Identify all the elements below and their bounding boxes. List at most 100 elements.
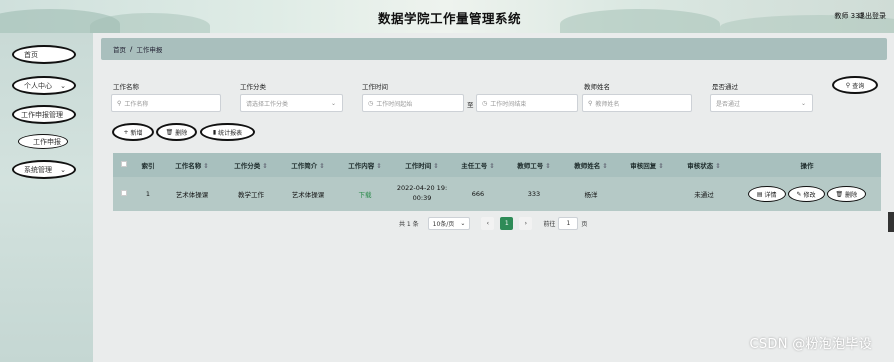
search-icon: ⚲ [845, 81, 851, 89]
trash-icon: 🗑 [165, 128, 174, 136]
work-category-placeholder: 请选择工作分类 [246, 100, 289, 108]
sort-icon: ⇕ [715, 162, 721, 170]
detail-button[interactable]: ▤ 详情 [747, 186, 786, 202]
search-button[interactable]: ⚲ 查询 [832, 76, 878, 94]
delete-button-label: 删除 [175, 129, 188, 137]
cell-work-time-line2: 00:39 [412, 194, 432, 202]
column-header-work-intro[interactable]: 工作简介 ⇕ [279, 160, 337, 170]
app-title: 数据学院工作量管理系统 [378, 11, 522, 26]
logout-link[interactable]: 退出登录 [858, 11, 886, 21]
next-page-button[interactable]: › [519, 217, 533, 230]
sidebar-item-system-mgmt[interactable]: 系统管理 ⌄ [12, 160, 76, 179]
work-category-select[interactable]: 请选择工作分类 ⌄ [240, 94, 343, 112]
sidebar-item-label: 首页 [24, 50, 38, 59]
breadcrumb-home[interactable]: 首页 [113, 44, 126, 54]
scroll-handle[interactable] [888, 212, 894, 232]
teacher-name-input[interactable]: ⚲ 教师姓名 [582, 94, 692, 112]
teacher-name-label: 教师姓名 [584, 83, 610, 91]
column-header-reply[interactable]: 审核回复 ⇕ [619, 160, 675, 170]
clock-icon: ◷ [482, 99, 488, 107]
column-header-work-category[interactable]: 工作分类 ⇕ [223, 160, 279, 170]
cell-director-no: 666 [471, 190, 485, 198]
column-header-director-no[interactable]: 主任工号 ⇕ [451, 160, 505, 170]
passed-placeholder: 是否通过 [716, 100, 741, 108]
stats-report-button[interactable]: ▮ 统计报表 [200, 123, 255, 141]
row-checkbox[interactable] [113, 190, 135, 198]
work-time-end-placeholder: 工作时间结束 [490, 100, 527, 108]
sidebar-item-personal-center[interactable]: 个人中心 ⌄ [12, 76, 76, 95]
watermark: CSDN @粉泡泡毕设 [749, 337, 872, 352]
page-number-1[interactable]: 1 [500, 217, 514, 230]
column-header-teacher-no[interactable]: 教师工号 ⇕ [505, 160, 563, 170]
sort-icon: ⇕ [262, 162, 268, 170]
delete-button[interactable]: 🗑 删除 [156, 123, 197, 141]
work-name-label: 工作名称 [113, 83, 139, 91]
sidebar-item-work-declare[interactable]: 工作申报 [18, 134, 68, 149]
sort-icon: ⇕ [319, 162, 325, 170]
sidebar-item-label: 工作申报管理 [21, 110, 63, 119]
chevron-down-icon: ⌄ [60, 166, 66, 174]
bar-chart-icon: ▮ [212, 128, 217, 136]
teacher-name-placeholder: 教师姓名 [595, 100, 620, 108]
sidebar-item-label: 个人中心 [24, 81, 52, 90]
cell-operations: ▤ 详情 ✎ 修改 🗑 删除 [733, 186, 881, 202]
work-time-label: 工作时间 [362, 83, 388, 91]
sort-icon: ⇕ [658, 162, 664, 170]
sidebar-item-label: 工作申报 [33, 137, 61, 146]
work-category-label: 工作分类 [240, 83, 266, 91]
column-header-index: 索引 [141, 162, 155, 170]
detail-icon: ▤ [756, 190, 763, 198]
sort-icon: ⇕ [602, 162, 608, 170]
page-size-select[interactable]: 10条/页 ⌄ [427, 217, 471, 230]
select-all-checkbox[interactable] [113, 161, 135, 169]
column-header-work-name[interactable]: 工作名称 ⇕ [161, 160, 223, 170]
download-link[interactable]: 下载 [337, 189, 393, 199]
search-icon: ⚲ [588, 99, 593, 107]
stats-report-button-label: 统计报表 [218, 129, 243, 137]
chevron-down-icon: ⌄ [800, 99, 806, 107]
work-time-end-input[interactable]: ◷ 工作时间结束 [476, 94, 578, 112]
pagination: 共 1 条 10条/页 ⌄ ‹ 1 › 前往 1 页 [399, 217, 587, 230]
work-declare-table: 索引 工作名称 ⇕ 工作分类 ⇕ 工作简介 ⇕ 工作内容 ⇕ 工作时间 ⇕ 主任工号 ⇕ 教… [113, 153, 881, 211]
cell-index: 1 [145, 190, 151, 198]
cell-work-time: 2022-04-20 19: 00:39 [393, 184, 451, 204]
passed-select[interactable]: 是否通过 ⌄ [710, 94, 813, 112]
breadcrumb-separator: / [130, 45, 133, 53]
cell-work-intro: 艺术体操课 [291, 191, 325, 199]
work-name-input[interactable]: ⚲ 工作名称 [111, 94, 221, 112]
work-time-start-input[interactable]: ◷ 工作时间起始 [362, 94, 464, 112]
prev-page-button[interactable]: ‹ [481, 217, 495, 230]
column-header-work-time[interactable]: 工作时间 ⇕ [393, 160, 451, 170]
sidebar: 首页 个人中心 ⌄ 工作申报管理 工作申报 系统管理 ⌄ [0, 33, 93, 362]
table-row[interactable]: 1 艺术体操课 教学工作 艺术体操课 下载 2022-04-20 19: 00:… [113, 177, 881, 211]
search-icon: ⚲ [117, 99, 122, 107]
sidebar-item-home[interactable]: 首页 [12, 45, 76, 64]
edit-button[interactable]: ✎ 修改 [787, 186, 825, 202]
main-content: 首页 / 工作申报 工作名称 ⚲ 工作名称 工作分类 请选择工作分类 ⌄ 工作时… [93, 33, 894, 362]
pagination-total: 共 1 条 [399, 221, 419, 228]
add-button[interactable]: + 新增 [112, 123, 154, 141]
sidebar-item-work-declare-mgmt[interactable]: 工作申报管理 [12, 105, 76, 124]
chevron-down-icon: ⌄ [330, 99, 336, 107]
search-button-label: 查询 [852, 82, 865, 90]
cell-teacher-name: 杨洋 [584, 191, 598, 199]
header-mountain-decor [90, 13, 210, 33]
page-unit-label: 页 [581, 221, 588, 228]
cell-teacher-no: 333 [527, 190, 541, 198]
table-header-row: 索引 工作名称 ⇕ 工作分类 ⇕ 工作简介 ⇕ 工作内容 ⇕ 工作时间 ⇕ 主任工号 ⇕ 教… [113, 153, 881, 177]
column-header-teacher-name[interactable]: 教师姓名 ⇕ [563, 160, 619, 170]
sort-icon: ⇕ [433, 162, 439, 170]
cell-work-time-line1: 2022-04-20 19: [396, 184, 448, 193]
breadcrumb: 首页 / 工作申报 [101, 38, 887, 60]
goto-page-input[interactable]: 1 [558, 217, 579, 230]
pencil-icon: ✎ [796, 190, 802, 198]
chevron-down-icon: ⌄ [460, 220, 466, 227]
clock-icon: ◷ [368, 99, 374, 107]
chevron-down-icon: ⌄ [60, 82, 66, 90]
breadcrumb-current: 工作申报 [136, 46, 163, 54]
sort-icon: ⇕ [545, 162, 551, 170]
column-header-status[interactable]: 审核状态 ⇕ [675, 160, 733, 170]
column-header-work-content[interactable]: 工作内容 ⇕ [337, 160, 393, 170]
row-delete-button[interactable]: 🗑 删除 [826, 186, 867, 202]
passed-label: 是否通过 [712, 83, 738, 91]
